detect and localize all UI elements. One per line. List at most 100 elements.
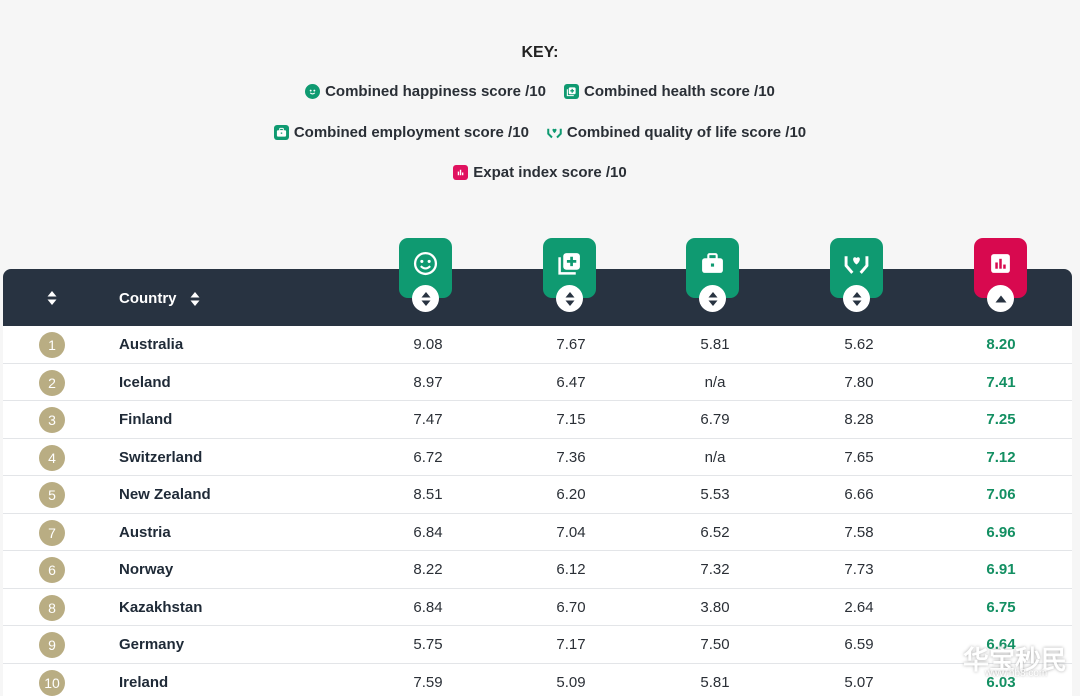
happiness-score: 8.51 bbox=[413, 486, 443, 503]
expat-column-header[interactable] bbox=[974, 238, 1027, 312]
table-row: 7 Austria 6.84 7.04 6.52 7.58 6.96 bbox=[3, 514, 1072, 551]
employment-score: 6.79 bbox=[700, 411, 730, 428]
expat-score: 7.06 bbox=[986, 486, 1016, 503]
sort-country-icon[interactable] bbox=[190, 292, 200, 306]
sort-quality-button[interactable] bbox=[843, 285, 870, 312]
smiley-icon bbox=[305, 84, 321, 99]
country-name: Switzerland bbox=[119, 448, 203, 466]
sort-happiness-button[interactable] bbox=[412, 285, 439, 312]
employment-score: n/a bbox=[704, 373, 726, 391]
key-item-happiness: Combined happiness score /10 bbox=[305, 83, 546, 100]
employment-score: 3.80 bbox=[700, 598, 730, 616]
briefcase-icon bbox=[702, 253, 723, 273]
country-name: Germany bbox=[119, 636, 185, 653]
employment-score: 5.81 bbox=[700, 673, 730, 691]
happiness-score: 6.84 bbox=[413, 523, 443, 541]
country-header-label: Country bbox=[119, 290, 177, 307]
employment-score: n/a bbox=[704, 448, 726, 466]
country-name: Australia bbox=[119, 336, 184, 353]
quality-score: 8.28 bbox=[844, 411, 874, 428]
table-row: 6 Norway 8.22 6.12 7.32 7.73 6.91 bbox=[3, 551, 1072, 589]
table-row: 1 Australia 9.08 7.67 5.81 5.62 8.20 bbox=[3, 326, 1072, 364]
sort-expat-button[interactable] bbox=[987, 285, 1014, 312]
quality-score: 5.62 bbox=[844, 336, 874, 353]
happiness-score: 5.75 bbox=[413, 636, 443, 653]
health-score: 7.67 bbox=[556, 336, 586, 353]
happiness-column-header[interactable] bbox=[399, 238, 452, 312]
health-score: 5.09 bbox=[556, 673, 586, 691]
quality-score: 6.59 bbox=[844, 636, 874, 653]
rank-badge: 10 bbox=[39, 669, 65, 696]
quality-score: 7.73 bbox=[844, 561, 874, 578]
employment-score: 6.52 bbox=[700, 523, 730, 541]
happiness-score: 7.59 bbox=[413, 673, 443, 691]
country-name: Iceland bbox=[119, 373, 171, 391]
happiness-score: 9.08 bbox=[413, 336, 443, 353]
quality-score: 5.07 bbox=[844, 673, 874, 691]
quality-score: 7.65 bbox=[844, 448, 874, 466]
medical-cross-icon bbox=[564, 84, 579, 99]
happiness-score: 6.72 bbox=[413, 448, 443, 466]
ranking-table: Country 1 Australia 9.08 7.67 5.81 5.62 8.20 2 I… bbox=[3, 269, 1072, 696]
rank-badge: 4 bbox=[39, 444, 65, 471]
quality-score: 7.80 bbox=[844, 373, 874, 391]
expat-score: 6.75 bbox=[986, 598, 1016, 616]
heart-hands-icon bbox=[844, 256, 869, 274]
sort-ascending-icon bbox=[995, 295, 1006, 302]
sort-arrows-icon bbox=[565, 291, 574, 306]
country-column-header[interactable]: Country bbox=[119, 290, 177, 307]
rank-badge: 9 bbox=[39, 632, 65, 658]
expat-score: 7.41 bbox=[986, 373, 1016, 391]
health-score: 7.15 bbox=[556, 411, 586, 428]
expat-score: 6.96 bbox=[986, 523, 1016, 541]
health-score: 7.17 bbox=[556, 636, 586, 653]
happiness-score: 6.84 bbox=[413, 598, 443, 616]
smiley-icon bbox=[413, 251, 438, 276]
table-row: 2 Iceland 8.97 6.47 n/a 7.80 7.41 bbox=[3, 364, 1072, 401]
rank-badge: 2 bbox=[39, 369, 65, 396]
country-name: Ireland bbox=[119, 673, 169, 691]
key-label-employment: Combined employment score /10 bbox=[293, 124, 529, 141]
key-item-quality: Combined quality of life score /10 bbox=[547, 124, 806, 141]
quality-score: 2.64 bbox=[844, 598, 874, 616]
sort-employment-button[interactable] bbox=[699, 285, 726, 312]
rank-badge: 6 bbox=[39, 557, 65, 583]
employment-column-header[interactable] bbox=[686, 238, 739, 312]
key-row-1: Combined happiness score /10 Combined he… bbox=[0, 83, 1080, 100]
key-row-3: Expat index score /10 bbox=[0, 164, 1080, 181]
happiness-score: 7.47 bbox=[413, 411, 443, 428]
sort-arrows-icon bbox=[421, 291, 430, 306]
expat-score: 7.12 bbox=[986, 448, 1016, 466]
rank-badge: 8 bbox=[39, 594, 65, 621]
table-row: 9 Germany 5.75 7.17 7.50 6.59 6.64 bbox=[3, 626, 1072, 664]
rank-badge: 3 bbox=[39, 407, 65, 433]
sort-rank-icon[interactable] bbox=[47, 291, 57, 305]
happiness-score: 8.22 bbox=[413, 561, 443, 578]
key-label-happiness: Combined happiness score /10 bbox=[325, 83, 546, 100]
health-column-header[interactable] bbox=[543, 238, 596, 312]
employment-score: 7.50 bbox=[700, 636, 730, 653]
quality-column-header[interactable] bbox=[830, 238, 883, 312]
quality-score: 6.66 bbox=[844, 486, 874, 503]
table-row: 8 Kazakhstan 6.84 6.70 3.80 2.64 6.75 bbox=[3, 589, 1072, 626]
sort-arrows-icon bbox=[708, 291, 717, 306]
country-name: Austria bbox=[119, 523, 171, 541]
table-header: Country bbox=[3, 269, 1072, 326]
table-row: 5 New Zealand 8.51 6.20 5.53 6.66 7.06 bbox=[3, 476, 1072, 514]
table-row: 4 Switzerland 6.72 7.36 n/a 7.65 7.12 bbox=[3, 439, 1072, 476]
happiness-score: 8.97 bbox=[413, 373, 443, 391]
watermark-url: www.hb8.com bbox=[985, 668, 1048, 679]
key-item-health: Combined health score /10 bbox=[564, 83, 775, 100]
sort-health-button[interactable] bbox=[556, 285, 583, 312]
heart-hands-icon bbox=[547, 125, 562, 140]
key-label-expat: Expat index score /10 bbox=[473, 164, 627, 181]
key-row-2: Combined employment score /10 Combined q… bbox=[0, 124, 1080, 141]
medical-cross-icon bbox=[558, 253, 580, 275]
rank-badge: 7 bbox=[39, 519, 65, 546]
health-score: 6.70 bbox=[556, 598, 586, 616]
table-row: 3 Finland 7.47 7.15 6.79 8.28 7.25 bbox=[3, 401, 1072, 439]
employment-score: 5.81 bbox=[700, 336, 730, 353]
expat-score: 7.25 bbox=[986, 411, 1016, 428]
key-item-expat: Expat index score /10 bbox=[453, 164, 627, 181]
health-score: 6.12 bbox=[556, 561, 586, 578]
